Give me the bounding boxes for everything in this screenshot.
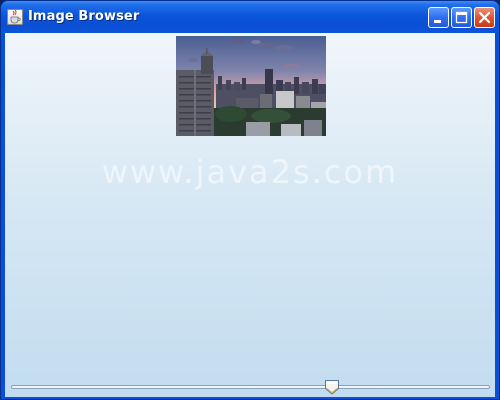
java-cup-icon[interactable] [7, 9, 23, 25]
watermark: www.java2s.com [101, 153, 399, 191]
close-button[interactable] [474, 7, 495, 28]
city-skyline-photo [176, 36, 326, 136]
minimize-button[interactable] [428, 7, 449, 28]
content-panel: www.java2s.com [5, 33, 495, 397]
title-bar[interactable]: Image Browser [1, 1, 499, 33]
slider-thumb[interactable] [324, 379, 340, 395]
window-title: Image Browser [28, 9, 140, 24]
image-slider[interactable] [11, 379, 490, 395]
slider-track[interactable] [11, 385, 490, 389]
minimize-icon [434, 20, 441, 23]
maximize-icon [455, 11, 468, 24]
maximize-button[interactable] [451, 7, 472, 28]
app-window: Image Browser www.java2s.com [0, 0, 500, 400]
close-icon [478, 11, 491, 24]
